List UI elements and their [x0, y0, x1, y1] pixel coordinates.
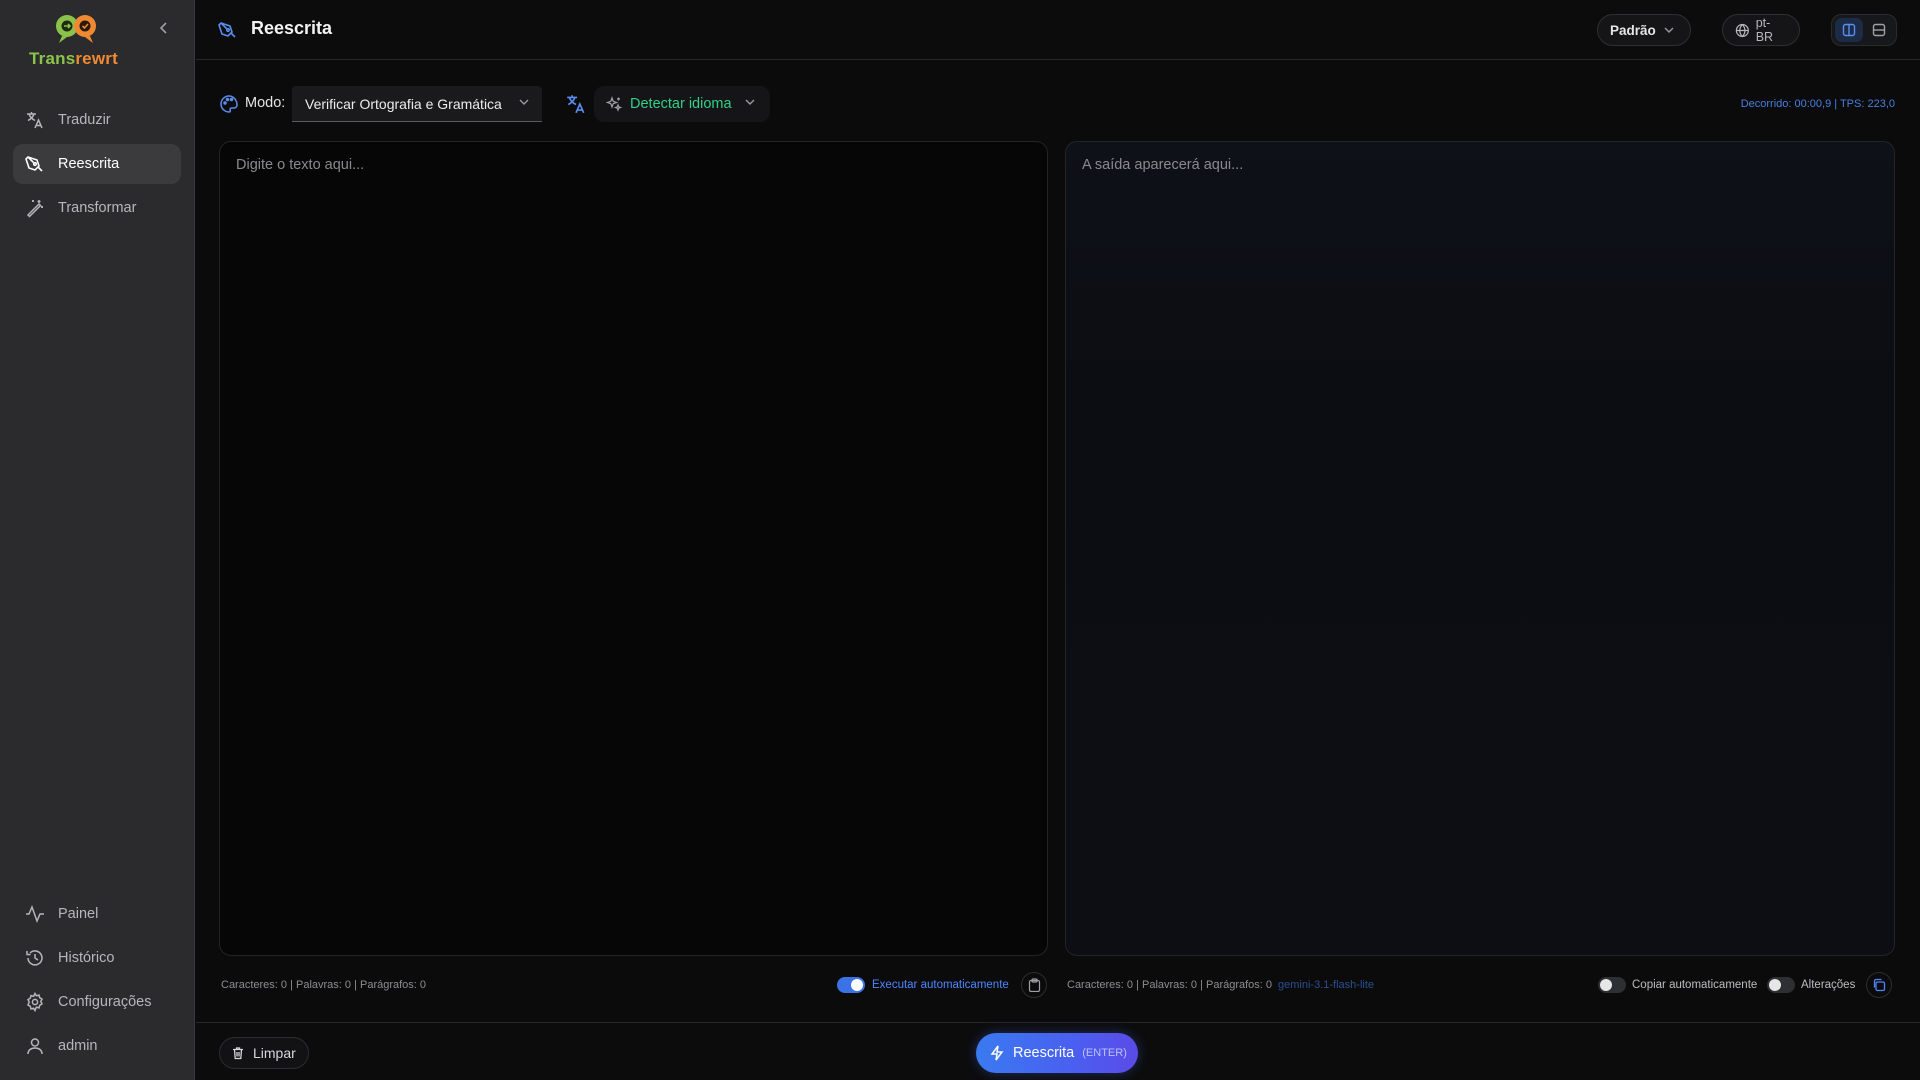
- toggle-knob: [1769, 979, 1781, 991]
- pen-icon: [25, 154, 45, 174]
- auto-run-label: Executar automaticamente: [872, 979, 1009, 991]
- locale-button[interactable]: pt-BR: [1722, 14, 1800, 46]
- toggle-knob: [851, 979, 863, 991]
- copy-icon: [1873, 978, 1886, 992]
- changes-label: Alterações: [1801, 979, 1856, 991]
- source-language-select[interactable]: Detectar idioma: [594, 86, 770, 122]
- sparkles-icon: [606, 96, 622, 112]
- rewrite-button-label: Reescrita: [1013, 1045, 1075, 1061]
- sidebar-item-painel[interactable]: Painel: [13, 894, 181, 934]
- sidebar-item-label: Traduzir: [58, 112, 111, 128]
- translate-icon: [25, 110, 45, 130]
- locale-value: pt-BR: [1755, 16, 1774, 44]
- sidebar-item-label: Reescrita: [58, 156, 120, 172]
- chevron-down-icon: [1664, 27, 1674, 33]
- sidebar-item-configuracoes[interactable]: Configurações: [13, 982, 181, 1022]
- logo-text: Transrewrt: [29, 49, 118, 69]
- rewrite-button[interactable]: Reescrita (ENTER): [976, 1033, 1138, 1073]
- rows-icon: [1872, 23, 1886, 37]
- header: Reescrita Padrão pt-BR: [196, 0, 1920, 60]
- page-title: Reescrita: [251, 18, 333, 38]
- chevron-left-icon: [159, 22, 167, 34]
- collapse-sidebar-button[interactable]: [156, 19, 172, 37]
- copy-output-button[interactable]: [1866, 972, 1892, 998]
- auto-run-toggle[interactable]: [837, 977, 865, 993]
- activity-icon: [25, 904, 45, 924]
- translate-icon: [567, 95, 585, 114]
- toggle-knob: [1600, 979, 1612, 991]
- layout-toggle: [1831, 14, 1897, 46]
- preset-select[interactable]: Padrão: [1597, 14, 1691, 46]
- clipboard-icon: [1028, 978, 1040, 992]
- clear-button-label: Limpar: [253, 1045, 296, 1061]
- layout-rows-button[interactable]: [1865, 18, 1893, 42]
- preset-value: Padrão: [1610, 22, 1656, 38]
- input-panel: [219, 141, 1048, 956]
- sidebar-item-label: Configurações: [58, 994, 152, 1010]
- sidebar-item-label: Transformar: [58, 200, 137, 216]
- sidebar-item-traduzir[interactable]: Traduzir: [13, 100, 181, 140]
- timing-stats: Decorrido: 00:00,9 | TPS: 223,0: [1740, 98, 1895, 110]
- sidebar-item-label: admin: [58, 1038, 98, 1054]
- sidebar-item-historico[interactable]: Histórico: [13, 938, 181, 978]
- sidebar: Transrewrt Traduzir Reescrita Transforma…: [0, 0, 195, 1080]
- mode-select[interactable]: Verificar Ortografia e Gramática: [292, 86, 542, 122]
- paste-button[interactable]: [1021, 972, 1047, 998]
- output-stats-text: Caracteres: 0 | Palavras: 0 | Parágrafos…: [1067, 979, 1273, 991]
- logo: Transrewrt: [0, 0, 194, 100]
- mode-value: Verificar Ortografia e Gramática: [305, 95, 502, 112]
- sidebar-item-admin[interactable]: admin: [13, 1026, 181, 1066]
- sidebar-item-transformar[interactable]: Transformar: [13, 188, 181, 228]
- lightning-icon: [990, 1045, 1004, 1061]
- history-icon: [25, 948, 45, 968]
- input-stats: Caracteres: 0 | Palavras: 0 | Parágrafos…: [221, 979, 427, 991]
- sidebar-item-label: Histórico: [58, 950, 115, 966]
- model-name: gemini-3.1-flash-lite: [1278, 979, 1375, 991]
- auto-copy-toggle[interactable]: [1598, 977, 1626, 993]
- input-textarea[interactable]: [220, 142, 1047, 955]
- magic-wand-icon: [25, 198, 45, 218]
- logo-icon: [56, 15, 96, 43]
- output-placeholder: A saída aparecerá aqui...: [1082, 157, 1244, 173]
- logo-text-part2: rewrt: [75, 49, 118, 68]
- bottom-bar: Limpar Reescrita (ENTER): [196, 1022, 1920, 1080]
- sidebar-bottom-nav: Painel Histórico Configurações admin: [13, 894, 181, 1070]
- sidebar-item-label: Painel: [58, 906, 99, 922]
- chevron-down-icon: [519, 99, 529, 105]
- source-language-value: Detectar idioma: [630, 96, 732, 112]
- columns-icon: [1842, 23, 1856, 37]
- rewrite-shortcut: (ENTER): [1082, 1047, 1127, 1059]
- palette-icon: [220, 95, 238, 113]
- changes-toggle[interactable]: [1767, 977, 1795, 993]
- output-panel: A saída aparecerá aqui...: [1065, 141, 1895, 956]
- globe-icon: [1735, 23, 1749, 37]
- clear-button[interactable]: Limpar: [219, 1037, 309, 1069]
- sidebar-nav: Traduzir Reescrita Transformar: [0, 100, 194, 232]
- mode-label: Modo:: [245, 95, 286, 111]
- layout-columns-button[interactable]: [1835, 18, 1863, 42]
- trash-icon: [233, 1047, 243, 1060]
- gear-icon: [25, 992, 45, 1012]
- user-icon: [25, 1036, 45, 1056]
- logo-text-part1: Trans: [29, 49, 76, 68]
- output-stats: Caracteres: 0 | Palavras: 0 | Parágrafos…: [1067, 979, 1374, 991]
- sidebar-item-reescrita[interactable]: Reescrita: [13, 144, 181, 184]
- pen-icon: [218, 22, 236, 38]
- auto-copy-label: Copiar automaticamente: [1632, 979, 1758, 991]
- chevron-down-icon: [745, 99, 755, 105]
